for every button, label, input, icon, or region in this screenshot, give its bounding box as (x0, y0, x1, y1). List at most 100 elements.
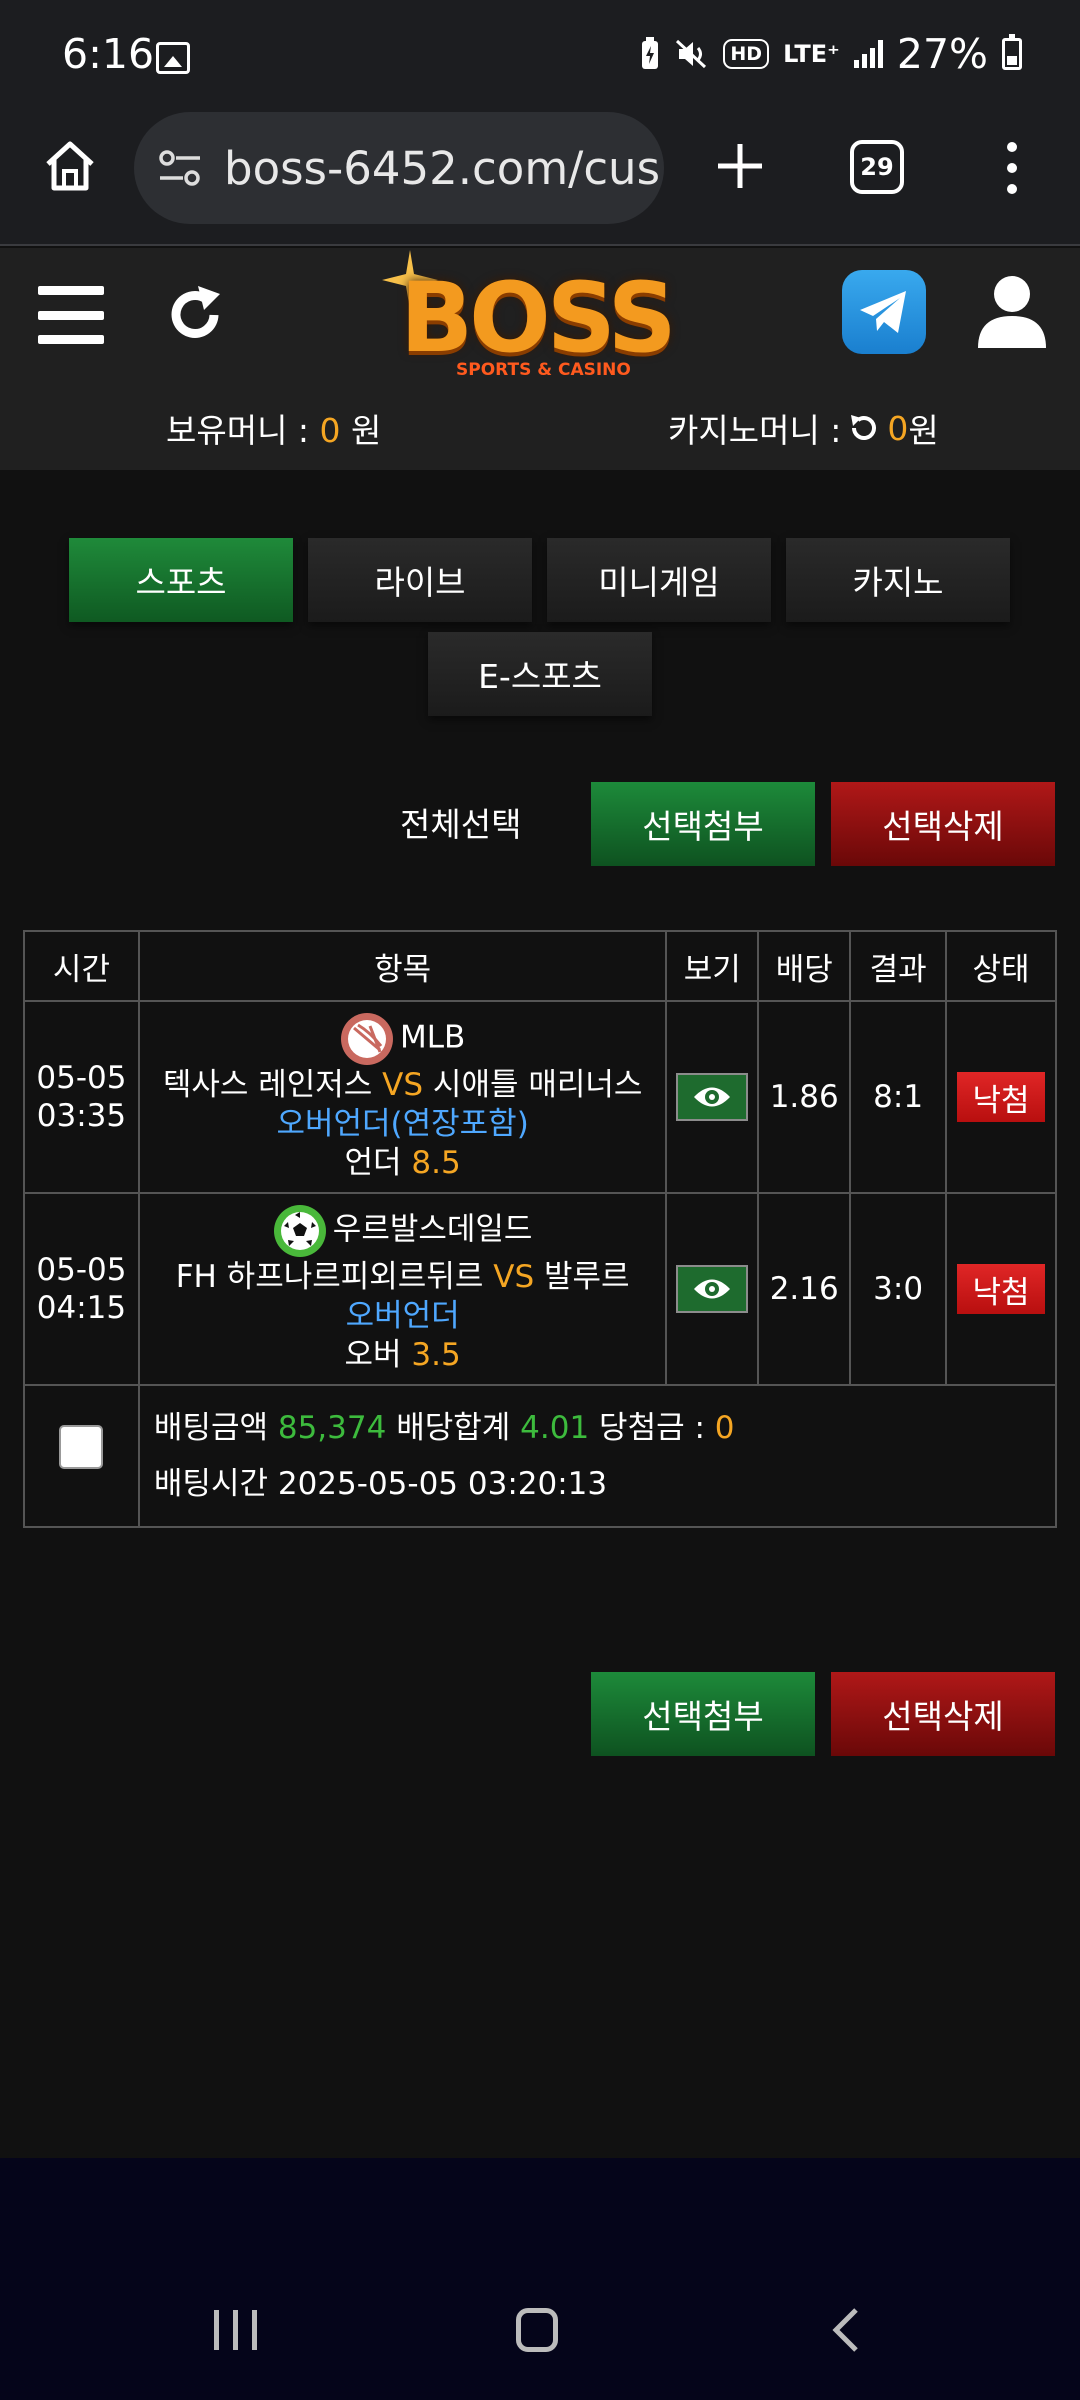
vs-label: VS (382, 1066, 424, 1103)
select-all-button[interactable]: 전체선택 (400, 798, 521, 846)
row-matchup: FH 하프나르피외르뒤르 VS 발루르 (144, 1258, 661, 1297)
recent-apps-icon[interactable] (214, 2310, 257, 2350)
status-bar: 6:16 HD LTE⁺ 27% (0, 0, 1080, 112)
bet-amount-value: 85,374 (277, 1410, 387, 1446)
column-header-status: 상태 (945, 930, 1057, 1002)
holding-money-value: 0 (319, 411, 341, 450)
home-team: FH 하프나르피외르뒤르 (175, 1258, 484, 1295)
row-market: 오버언더(연장포함) (276, 1105, 529, 1142)
bet-history-table: 시간 항목 보기 배당 결과 상태 05-05 03:35 MLB 텍사스 레인… (23, 930, 1058, 1528)
summary-line-time: 배팅시간 2025-05-05 03:20:13 (154, 1456, 1041, 1512)
status-badge: 낙첨 (957, 1072, 1046, 1122)
telegram-button[interactable] (842, 270, 926, 354)
away-team: 시애틀 매리너스 (432, 1066, 643, 1103)
row-status: 낙첨 (945, 1192, 1057, 1386)
status-badge: 낙첨 (957, 1264, 1046, 1314)
telegram-icon (860, 291, 906, 333)
tab-esports[interactable]: E-스포츠 (428, 632, 652, 716)
away-team: 발루르 (543, 1258, 630, 1295)
lte-icon: LTE⁺ (783, 40, 840, 68)
odds-total-value: 4.01 (520, 1410, 590, 1446)
casino-money-label: 카지노머니 : (668, 411, 842, 450)
url-text[interactable]: boss-6452.com/cus (224, 142, 660, 195)
attach-selected-button[interactable]: 선택첨부 (591, 782, 815, 866)
holding-money-label: 보유머니 : (166, 411, 320, 450)
bet-summary-row: 배팅금액 85,374 배당합계 4.01 당첨금 : 0 배팅시간 2025-… (23, 1384, 1058, 1528)
logo-text: BOSS (400, 262, 677, 374)
row-result: 3:0 (849, 1192, 948, 1386)
baseball-icon (340, 1012, 393, 1065)
row-league: 우르발스데일드 (144, 1204, 661, 1258)
row-date: 05-05 (36, 1060, 127, 1096)
tab-switcher-button[interactable]: 29 (850, 140, 904, 194)
user-icon[interactable] (976, 274, 1048, 348)
refresh-icon[interactable] (164, 284, 226, 346)
row-pick: 오버 3.5 (144, 1336, 661, 1375)
tab-sports[interactable]: 스포츠 (69, 538, 293, 622)
site-settings-icon[interactable] (158, 148, 202, 188)
status-time: 6:16 (62, 30, 155, 78)
row-result: 8:1 (849, 1000, 948, 1194)
new-tab-icon[interactable] (712, 138, 768, 194)
eye-icon (694, 1087, 731, 1107)
home-team: 텍사스 레인저스 (162, 1066, 373, 1103)
hd-icon: HD (723, 39, 770, 69)
tab-casino[interactable]: 카지노 (786, 538, 1010, 622)
browser-menu-icon[interactable] (1006, 142, 1018, 194)
pick-value: 3.5 (411, 1336, 461, 1373)
column-header-odds: 배당 (757, 930, 852, 1002)
bet-time-label: 배팅시간 (153, 1466, 268, 1502)
home-button-icon[interactable] (516, 2308, 558, 2352)
table-row: 05-05 04:15 우르발스데일드 FH 하프나르피외르뒤르 VS 발루르 … (23, 1192, 1057, 1386)
win-amount-label: 당첨금 : (599, 1410, 705, 1446)
system-nav-bar (0, 2158, 1080, 2400)
back-icon[interactable] (826, 2308, 866, 2352)
bet-summary: 배팅금액 85,374 배당합계 4.01 당첨금 : 0 배팅시간 2025-… (137, 1384, 1058, 1528)
status-icons: HD LTE⁺ 27% (639, 30, 1022, 78)
odds-total-label: 배당합계 (396, 1410, 511, 1446)
row-item: MLB 텍사스 레인저스 VS 시애틀 매리너스 오버언더(연장포함) 언더 8… (137, 1000, 668, 1194)
summary-line-amounts: 배팅금액 85,374 배당합계 4.01 당첨금 : 0 (154, 1400, 1041, 1456)
bet-select-checkbox[interactable] (59, 1425, 104, 1469)
column-header-item: 항목 (137, 930, 668, 1002)
site-header: BOSS SPORTS & CASINO 보유머니 : 0 원 카지노머니 : … (0, 248, 1080, 470)
casino-refresh-icon[interactable] (847, 412, 879, 444)
row-clock: 03:35 (36, 1098, 127, 1134)
pick-label: 언더 (344, 1144, 402, 1181)
row-view (665, 1192, 760, 1386)
table-header-row: 시간 항목 보기 배당 결과 상태 (23, 930, 1057, 1002)
casino-money-value: 0 (887, 408, 909, 448)
view-button[interactable] (676, 1265, 749, 1313)
row-date: 05-05 (36, 1252, 127, 1288)
row-odds: 1.86 (757, 1000, 852, 1194)
row-time: 05-05 03:35 (23, 1000, 140, 1194)
summary-checkbox-cell (23, 1384, 140, 1528)
view-button[interactable] (676, 1073, 749, 1121)
column-header-result: 결과 (849, 930, 948, 1002)
signal-icon (853, 40, 883, 68)
row-odds: 2.16 (757, 1192, 852, 1386)
row-clock: 04:15 (36, 1290, 127, 1326)
row-pick: 언더 8.5 (144, 1144, 661, 1183)
tab-live[interactable]: 라이브 (308, 538, 532, 622)
hamburger-menu-icon[interactable] (38, 286, 104, 344)
row-matchup: 텍사스 레인저스 VS 시애틀 매리너스 (144, 1066, 661, 1105)
site-logo[interactable]: BOSS SPORTS & CASINO (380, 250, 700, 390)
row-time: 05-05 04:15 (23, 1192, 140, 1386)
tab-count: 29 (860, 153, 894, 181)
pick-label: 오버 (344, 1336, 402, 1373)
row-item: 우르발스데일드 FH 하프나르피외르뒤르 VS 발루르 오버언더 오버 3.5 (137, 1192, 668, 1386)
row-view (665, 1000, 760, 1194)
row-status: 낙첨 (945, 1000, 1057, 1194)
soccer-ball-icon (273, 1204, 326, 1257)
delete-selected-button-bottom[interactable]: 선택삭제 (831, 1672, 1055, 1756)
battery-level: 27% (896, 30, 988, 78)
tab-minigame[interactable]: 미니게임 (547, 538, 771, 622)
attach-selected-button-bottom[interactable]: 선택첨부 (591, 1672, 815, 1756)
url-bar[interactable]: boss-6452.com/cus (134, 112, 664, 224)
delete-selected-button[interactable]: 선택삭제 (831, 782, 1055, 866)
casino-money: 카지노머니 : 0 원 (668, 404, 939, 452)
home-icon[interactable] (42, 138, 98, 194)
holding-money: 보유머니 : 0 원 (166, 404, 381, 452)
row-league: MLB (144, 1012, 661, 1066)
